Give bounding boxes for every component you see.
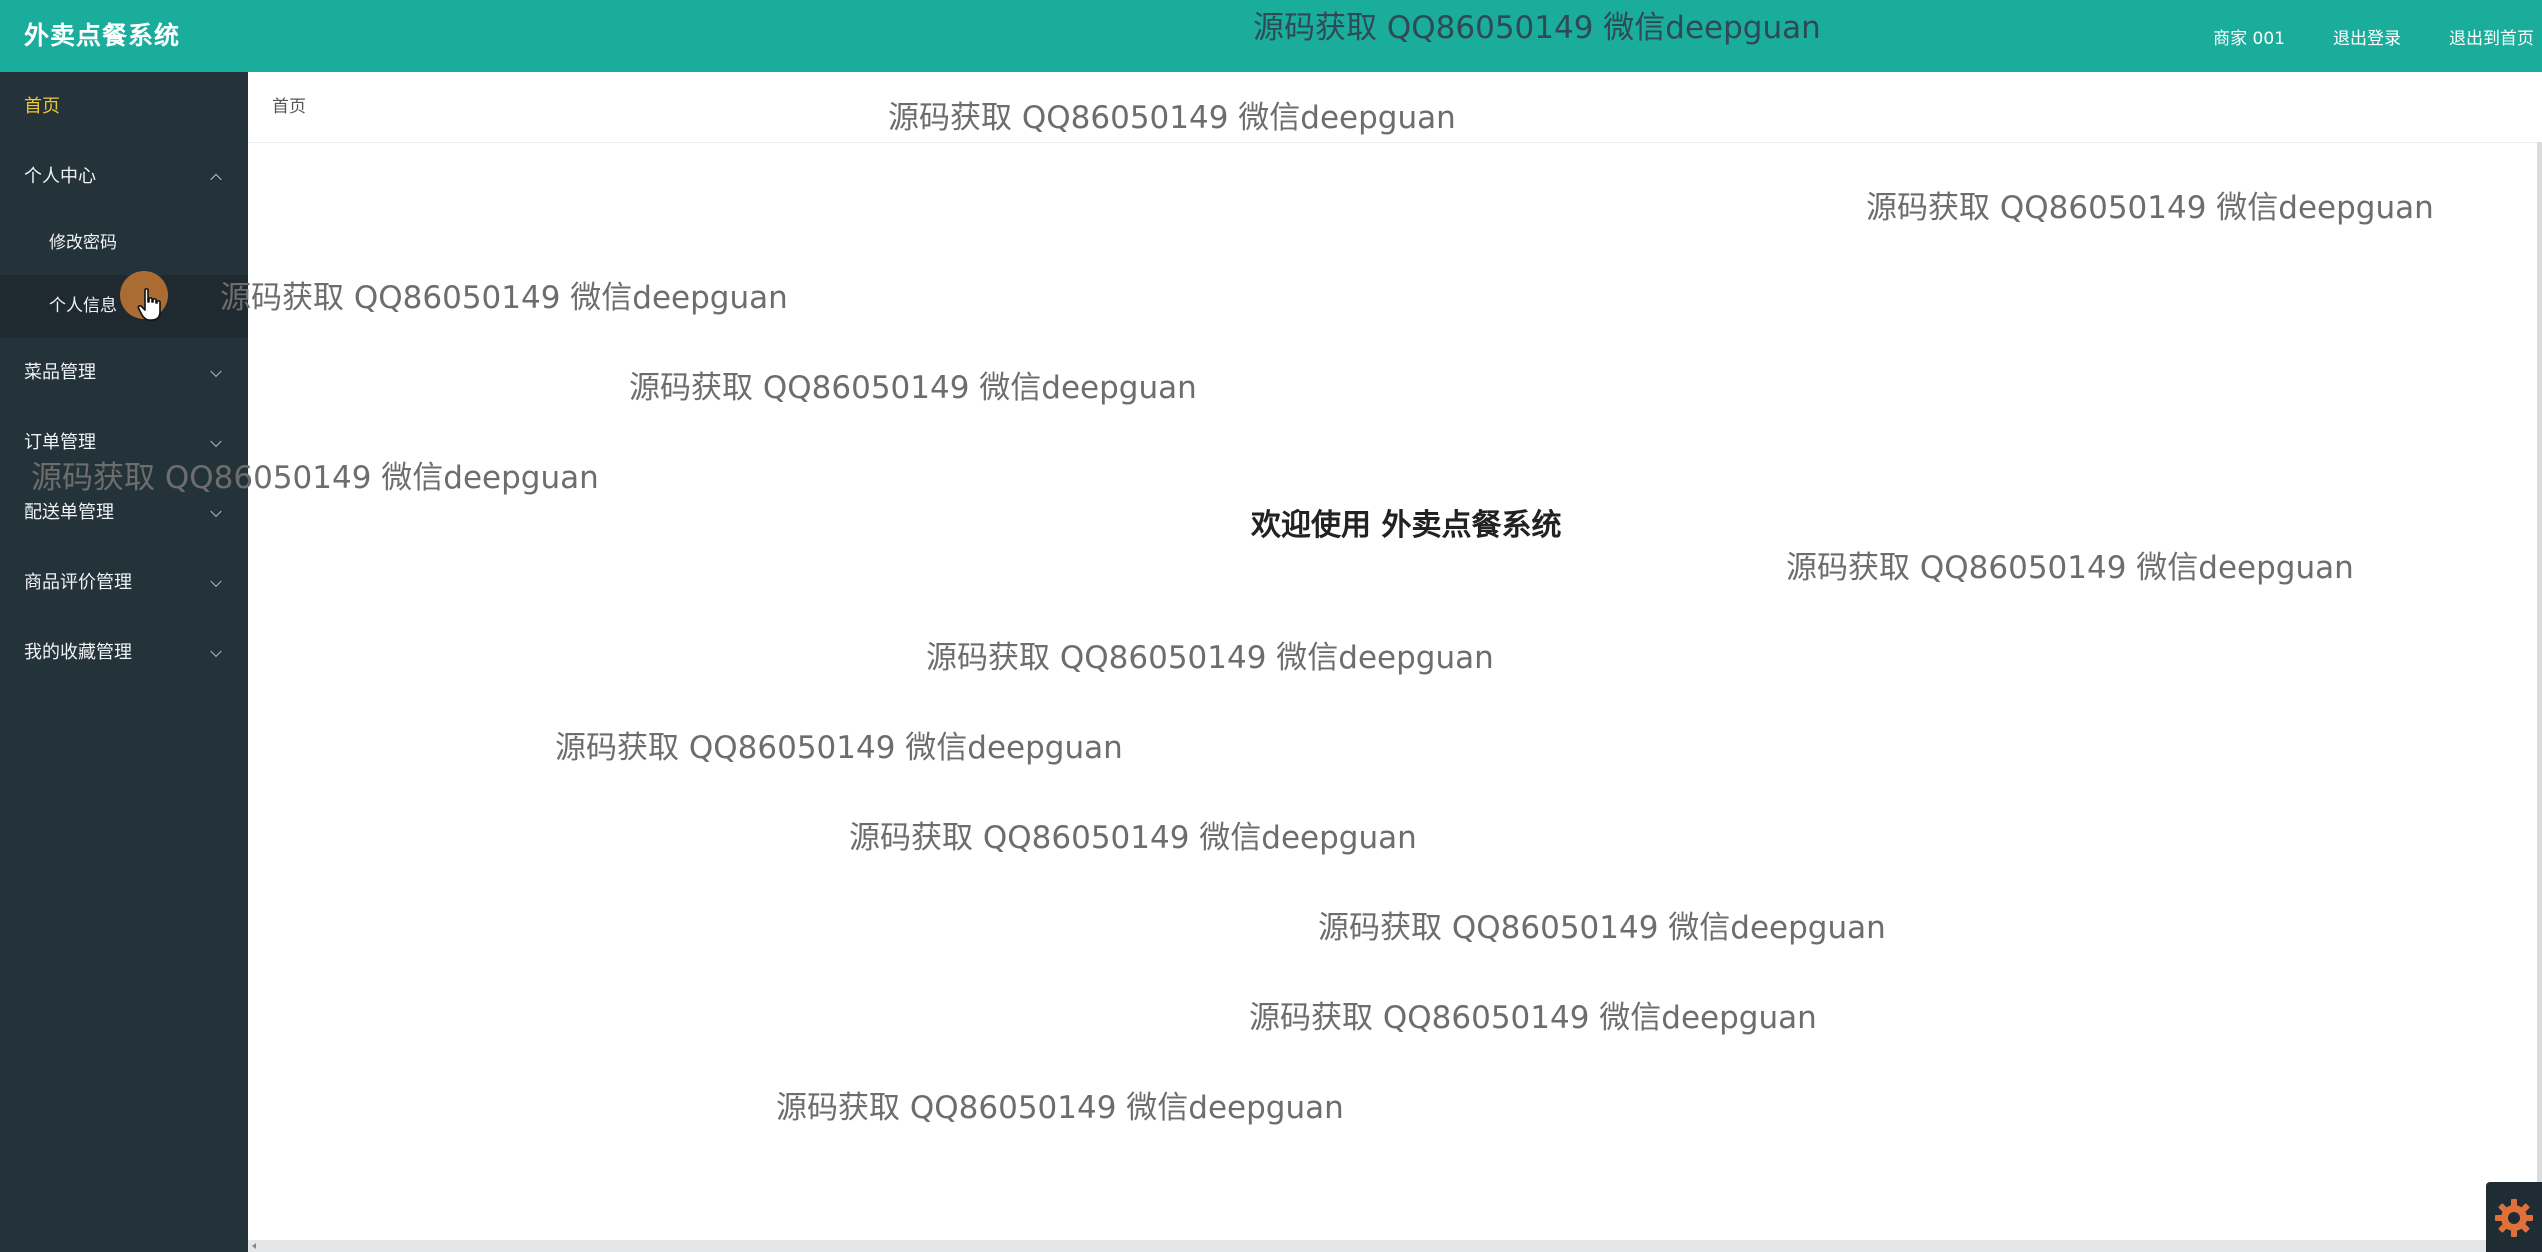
- sidebar-item-label: 商品评价管理: [24, 572, 132, 593]
- scroll-left-arrow-icon[interactable]: [252, 1243, 256, 1249]
- sidebar-item-label: 我的收藏管理: [24, 642, 132, 663]
- sidebar-item-label: 菜品管理: [24, 362, 96, 383]
- horizontal-scrollbar[interactable]: [248, 1240, 2542, 1252]
- sidebar-item-label: 订单管理: [24, 432, 96, 453]
- watermark-text: 源码获取 QQ86050149 微信deepguan: [629, 370, 1197, 406]
- sidebar-item-label: 个人中心: [24, 166, 96, 187]
- sidebar-item-review-management[interactable]: 商品评价管理: [0, 548, 248, 618]
- watermark-text: 源码获取 QQ86050149 微信deepguan: [1318, 910, 1886, 946]
- vertical-scrollbar[interactable]: [2537, 142, 2542, 1240]
- header-links: 商家 001 退出登录 退出到首页: [2213, 0, 2542, 72]
- chevron-down-icon: [210, 575, 222, 588]
- chevron-down-icon: [210, 365, 222, 378]
- floating-settings-button[interactable]: [2486, 1182, 2542, 1252]
- sidebar-item-label: 修改密码: [49, 233, 117, 253]
- watermark-text: 源码获取 QQ86050149 微信deepguan: [31, 460, 599, 496]
- sidebar-item-label: 配送单管理: [24, 502, 114, 523]
- logout-link[interactable]: 退出登录: [2333, 24, 2401, 49]
- hand-cursor-icon: [137, 288, 161, 321]
- chevron-down-icon: [210, 645, 222, 658]
- watermark-text: 源码获取 QQ86050149 微信deepguan: [1786, 550, 2354, 586]
- sidebar-item-home[interactable]: 首页: [0, 72, 248, 142]
- watermark-text: 源码获取 QQ86050149 微信deepguan: [888, 100, 1456, 136]
- watermark-text: 源码获取 QQ86050149 微信deepguan: [555, 730, 1123, 766]
- exit-to-home-link[interactable]: 退出到首页: [2449, 24, 2534, 49]
- sidebar-item-label: 首页: [24, 96, 60, 117]
- chevron-up-icon: [210, 173, 222, 186]
- watermark-text: 源码获取 QQ86050149 微信deepguan: [849, 820, 1417, 856]
- merchant-account-link[interactable]: 商家 001: [2213, 24, 2285, 49]
- sidebar-item-label: 个人信息: [49, 296, 117, 316]
- chevron-down-icon: [210, 505, 222, 518]
- watermark-text: 源码获取 QQ86050149 微信deepguan: [1253, 10, 1821, 46]
- sidebar-item-dish-management[interactable]: 菜品管理: [0, 338, 248, 408]
- sidebar-menu: 首页 个人中心 修改密码 个人信息 菜品管理 订单管理 配送单管理 商品评价管理…: [0, 72, 248, 1252]
- watermark-text: 源码获取 QQ86050149 微信deepguan: [926, 640, 1494, 676]
- chevron-down-icon: [210, 435, 222, 448]
- sidebar-item-personal-center[interactable]: 个人中心: [0, 142, 248, 212]
- watermark-text: 源码获取 QQ86050149 微信deepguan: [1249, 1000, 1817, 1036]
- sidebar-item-favorites-management[interactable]: 我的收藏管理: [0, 618, 248, 688]
- breadcrumb[interactable]: 首页: [272, 72, 306, 142]
- watermark-text: 源码获取 QQ86050149 微信deepguan: [776, 1090, 1344, 1126]
- watermark-text: 源码获取 QQ86050149 微信deepguan: [1866, 190, 2434, 226]
- watermark-text: 源码获取 QQ86050149 微信deepguan: [220, 280, 788, 316]
- welcome-message: 欢迎使用 外卖点餐系统: [1251, 508, 1562, 543]
- gear-icon: [2495, 1199, 2533, 1237]
- app-title: 外卖点餐系统: [24, 21, 181, 50]
- sidebar-subitem-change-password[interactable]: 修改密码: [0, 212, 248, 275]
